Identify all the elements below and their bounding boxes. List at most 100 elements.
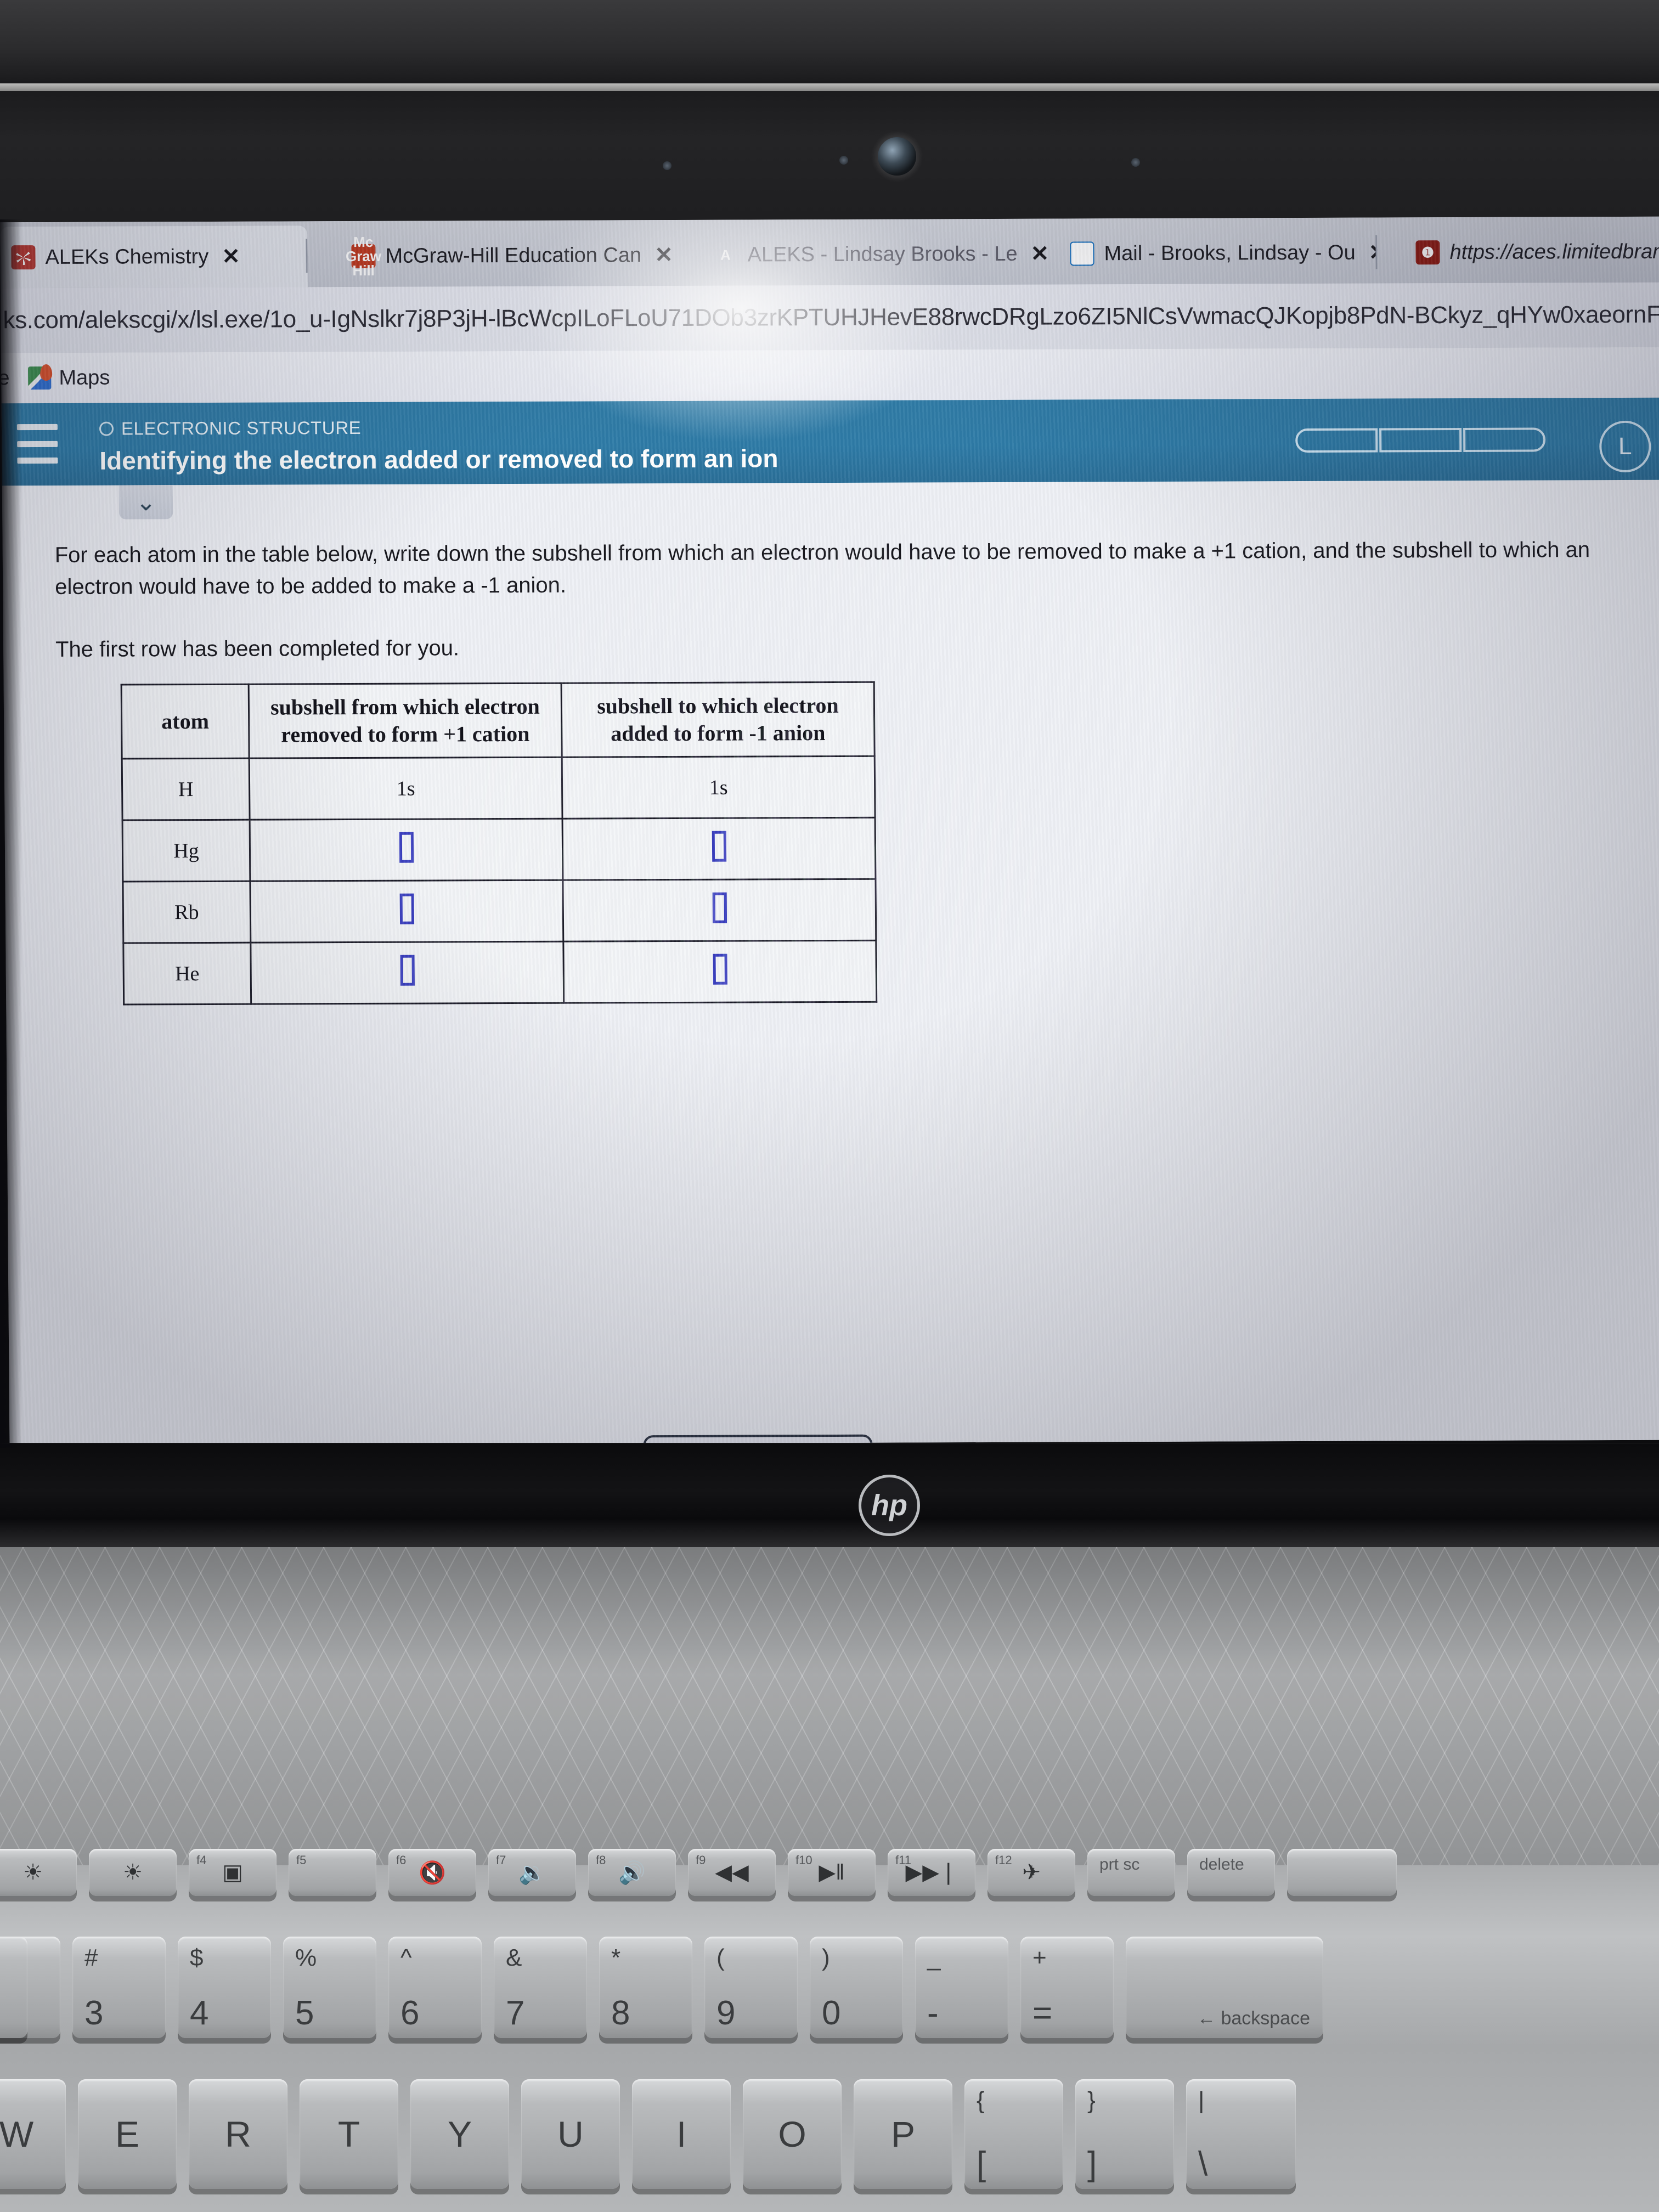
chevron-down-icon[interactable]: ⌄ bbox=[119, 485, 173, 520]
key-f7[interactable]: f7 🔉 bbox=[488, 1849, 576, 1896]
cell-anion-input[interactable] bbox=[563, 940, 877, 1003]
key-i[interactable]: I bbox=[632, 2079, 731, 2189]
key-8[interactable]: * 8 bbox=[599, 1937, 692, 2038]
key-label: 6 bbox=[400, 1994, 420, 2032]
hamburger-menu-icon[interactable] bbox=[16, 424, 58, 464]
key-label: T bbox=[337, 2114, 360, 2154]
mcgraw-hill-icon: Mc Graw Hill bbox=[345, 233, 382, 279]
cell-cation-input[interactable] bbox=[250, 880, 563, 943]
key-7[interactable]: & 7 bbox=[494, 1937, 587, 2038]
key-e[interactable]: E bbox=[78, 2079, 177, 2189]
address-bar[interactable]: ks.com/alekscgi/x/lsl.exe/1o_u-IgNslkr7j… bbox=[0, 282, 1659, 353]
avatar[interactable]: L bbox=[1599, 420, 1651, 473]
cell-cation-input[interactable] bbox=[250, 941, 564, 1005]
key-label: E bbox=[115, 2114, 140, 2154]
column-header-anion: subshell to which electron added to form… bbox=[561, 682, 875, 758]
key-bracket-left[interactable]: {[ bbox=[964, 2079, 1063, 2189]
webcam-sensor-left-icon bbox=[663, 161, 672, 170]
key-minus[interactable]: _ - bbox=[915, 1937, 1008, 2038]
answer-input-box[interactable] bbox=[399, 832, 414, 863]
answer-input-box[interactable] bbox=[713, 953, 727, 985]
column-header-cation: subshell from which electron removed to … bbox=[249, 683, 562, 759]
airplane-mode-icon: ✈ bbox=[1022, 1860, 1041, 1884]
tab-close-icon[interactable]: ✕ bbox=[1030, 241, 1048, 267]
limitedbrands-icon: ❶ bbox=[1415, 240, 1440, 265]
browser-tab-limitedbrands[interactable]: ❶ https://aces.limitedbran bbox=[1404, 221, 1659, 284]
bookmark-item-maps[interactable]: Maps bbox=[28, 366, 110, 390]
key-backslash[interactable]: | \ bbox=[1186, 2079, 1296, 2189]
browser-tab-title: ALEKS - Lindsay Brooks - Le bbox=[747, 242, 1018, 267]
key-power[interactable] bbox=[1287, 1849, 1397, 1896]
key-bracket-right[interactable]: }] bbox=[1075, 2079, 1174, 2189]
cell-cation-value: 1s bbox=[249, 757, 563, 820]
progress-segment bbox=[1295, 428, 1378, 453]
key-f11[interactable]: f11 ▶▶❘ bbox=[888, 1849, 975, 1896]
room-wall-background bbox=[0, 0, 1659, 82]
page-title: Identifying the electron added or remove… bbox=[99, 444, 778, 475]
browser-tab-mcgraw-hill[interactable]: Mc Graw Hill McGraw-Hill Education Can ✕ bbox=[340, 224, 692, 287]
key-label: ] bbox=[1087, 2145, 1097, 2183]
key-w[interactable]: W bbox=[0, 2079, 66, 2189]
key-shift-label: _ bbox=[927, 1944, 941, 1971]
brightness-up-icon: ☀ bbox=[123, 1860, 143, 1884]
aleks-header-bar: ELECTRONIC STRUCTURE Identifying the ele… bbox=[1, 397, 1659, 486]
key-label: 7 bbox=[506, 1994, 525, 2032]
url-text[interactable]: ks.com/alekscgi/x/lsl.exe/1o_u-IgNslkr7j… bbox=[1, 301, 1659, 334]
answer-input-box[interactable] bbox=[400, 955, 415, 986]
key-2-partial[interactable] bbox=[0, 1937, 27, 2038]
key-3[interactable]: #3 bbox=[72, 1937, 166, 2038]
table-row: Hg bbox=[122, 817, 876, 882]
browser-tab-aleks-chemistry[interactable]: ALEKs Chemistry ✕ bbox=[0, 225, 308, 289]
key-f1[interactable]: ☀ bbox=[0, 1849, 77, 1896]
progress-indicator bbox=[1295, 427, 1546, 453]
browser-tab-aleks-lindsay[interactable]: A ALEKS - Lindsay Brooks - Le ✕ bbox=[702, 223, 1048, 286]
bookmarks-bar: e Maps bbox=[0, 347, 1659, 404]
progress-segment bbox=[1379, 427, 1462, 453]
key-y[interactable]: Y bbox=[410, 2079, 509, 2189]
key-f9[interactable]: f9 ◀◀ bbox=[688, 1849, 776, 1896]
cell-anion-input[interactable] bbox=[562, 817, 876, 881]
key-shift-label: + bbox=[1032, 1944, 1047, 1971]
key-f2[interactable]: ☀ bbox=[89, 1849, 177, 1896]
cell-atom: Hg bbox=[122, 820, 250, 882]
key-shift-label: & bbox=[506, 1944, 522, 1971]
key-f12[interactable]: f12 ✈ bbox=[988, 1849, 1075, 1896]
key-equals[interactable]: + = bbox=[1020, 1937, 1114, 2038]
key-t[interactable]: T bbox=[300, 2079, 398, 2189]
key-f8[interactable]: f8 🔊 bbox=[588, 1849, 676, 1896]
browser-tab-mail-outlook[interactable]: O Mail - Brooks, Lindsay - Ou ✕ bbox=[1059, 222, 1378, 285]
tab-close-icon[interactable]: ✕ bbox=[654, 242, 673, 268]
keyboard-function-row: ☀ ☀ f4 ▣ f5 f6 🔇 f7 🔉 f8 🔊 f9 ◀◀ f10 ▶‖ f11 ▶▶❘… bbox=[0, 1849, 1397, 1896]
key-9[interactable]: (9 bbox=[704, 1937, 798, 2038]
key-f4[interactable]: f4 ▣ bbox=[189, 1849, 276, 1896]
key-f10[interactable]: f10 ▶‖ bbox=[788, 1849, 876, 1896]
key-4[interactable]: $4 bbox=[178, 1937, 271, 2038]
key-delete[interactable]: delete bbox=[1187, 1849, 1275, 1896]
key-r[interactable]: R bbox=[189, 2079, 287, 2189]
key-5[interactable]: % 5 bbox=[283, 1937, 376, 2038]
key-o[interactable]: O bbox=[743, 2079, 842, 2189]
key-label: 0 bbox=[822, 1994, 841, 2032]
cell-cation-input[interactable] bbox=[250, 819, 563, 882]
answer-input-box[interactable] bbox=[712, 892, 727, 923]
key-f5[interactable]: f5 bbox=[289, 1849, 376, 1896]
key-shift-label: ^ bbox=[400, 1944, 412, 1971]
key-p[interactable]: P bbox=[854, 2079, 952, 2189]
progress-segment bbox=[1463, 427, 1546, 452]
key-backspace[interactable]: ← backspace bbox=[1126, 1937, 1323, 2038]
cell-anion-input[interactable] bbox=[562, 879, 876, 942]
tab-close-icon[interactable]: ✕ bbox=[222, 244, 240, 269]
tab-separator bbox=[1375, 235, 1378, 269]
display-switch-icon: ▣ bbox=[222, 1860, 243, 1884]
tab-separator bbox=[306, 239, 308, 273]
key-6[interactable]: ^ 6 bbox=[388, 1937, 482, 2038]
key-shift-label: } bbox=[1087, 2087, 1096, 2114]
key-u[interactable]: U bbox=[521, 2079, 620, 2189]
key-0[interactable]: ) 0 bbox=[810, 1937, 903, 2038]
key-f6[interactable]: f6 🔇 bbox=[388, 1849, 476, 1896]
key-print-screen[interactable]: prt sc bbox=[1087, 1849, 1175, 1896]
cell-atom: He bbox=[123, 943, 251, 1005]
answer-input-box[interactable] bbox=[712, 831, 726, 862]
answer-input-box[interactable] bbox=[399, 893, 414, 924]
table-row: Rb bbox=[122, 879, 876, 943]
